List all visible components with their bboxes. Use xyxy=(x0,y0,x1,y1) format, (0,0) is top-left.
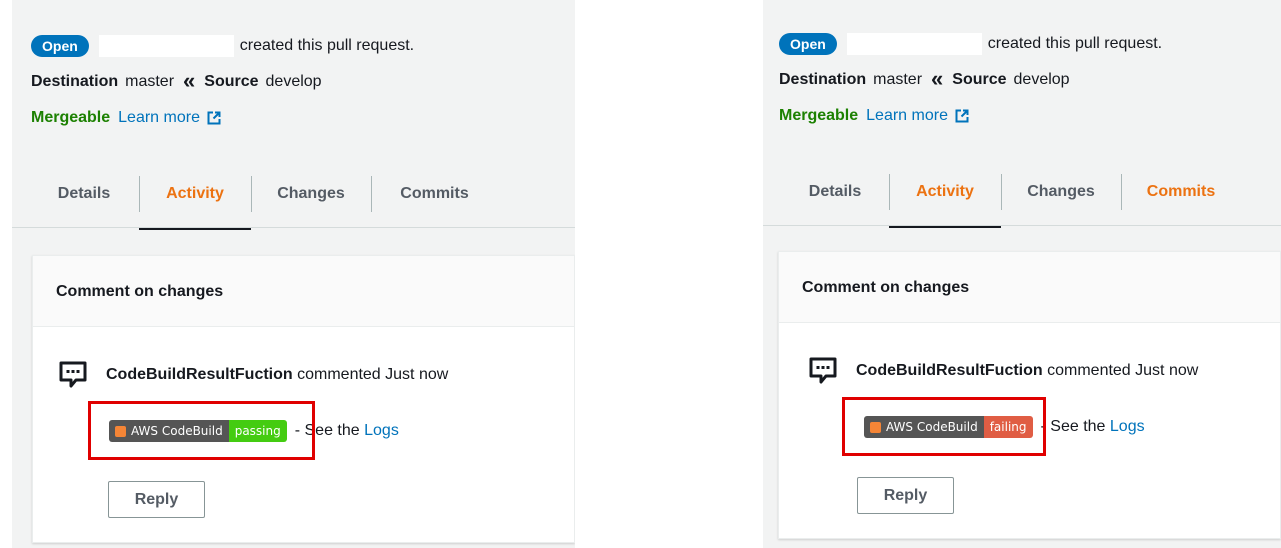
comment-icon xyxy=(59,361,87,388)
build-badge-row: AWS CodeBuild passing - See the Logs xyxy=(88,399,399,461)
comment-card: Comment on changes CodeBuildResultFuctio… xyxy=(32,255,575,543)
logs-link[interactable]: Logs xyxy=(1110,418,1145,435)
redacted-username xyxy=(846,33,982,55)
tab-bar: Details Activity Changes Commits xyxy=(763,158,1281,228)
card-title: Comment on changes xyxy=(33,256,574,327)
destination-branch: master xyxy=(873,71,923,88)
double-chevron-left-icon: « xyxy=(931,66,944,91)
status-badge: Open xyxy=(31,35,89,57)
highlight-box xyxy=(88,401,315,460)
see-text: - See the xyxy=(1040,418,1106,435)
learn-more-link[interactable]: Learn more xyxy=(866,107,948,125)
pr-header: Open created this pull request. Destinat… xyxy=(31,34,414,130)
comment-row: CodeBuildResultFuction commented Just no… xyxy=(58,360,448,390)
reply-button[interactable]: Reply xyxy=(108,481,205,518)
tab-activity[interactable]: Activity xyxy=(139,160,251,230)
tab-activity[interactable]: Activity xyxy=(889,158,1001,228)
highlight-box xyxy=(842,397,1046,456)
tab-commits[interactable]: Commits xyxy=(382,160,487,228)
card-title: Comment on changes xyxy=(779,252,1280,323)
tab-commits[interactable]: Commits xyxy=(1126,158,1236,226)
learn-more-link[interactable]: Learn more xyxy=(118,109,200,127)
comment-icon xyxy=(809,357,837,384)
pull-request-panel-failing: Open created this pull request. Destinat… xyxy=(763,0,1281,548)
comment-row: CodeBuildResultFuction commented Just no… xyxy=(808,356,1198,386)
tab-divider xyxy=(371,176,372,212)
reply-button[interactable]: Reply xyxy=(857,477,954,514)
pr-header: Open created this pull request. Destinat… xyxy=(779,32,1162,128)
external-link-icon[interactable] xyxy=(207,111,221,125)
commenter-name[interactable]: CodeBuildResultFuction xyxy=(856,362,1043,379)
source-branch: develop xyxy=(265,73,322,90)
created-text: created this pull request. xyxy=(239,37,415,54)
status-badge: Open xyxy=(779,33,837,55)
comment-meta: commented Just now xyxy=(1047,362,1199,379)
source-label: Source xyxy=(952,71,1007,88)
comment-card: Comment on changes CodeBuildResultFuctio… xyxy=(778,251,1281,539)
mergeable-status: Mergeable xyxy=(779,107,859,124)
mergeable-status: Mergeable xyxy=(31,109,111,126)
commenter-name[interactable]: CodeBuildResultFuction xyxy=(106,366,293,383)
redacted-username xyxy=(98,35,234,57)
build-badge-row: AWS CodeBuild failing - See the Logs xyxy=(842,395,1145,457)
source-label: Source xyxy=(204,73,259,90)
tab-bar: Details Activity Changes Commits xyxy=(12,160,575,230)
destination-branch: master xyxy=(125,73,175,90)
tab-details[interactable]: Details xyxy=(791,158,879,226)
tab-changes[interactable]: Changes xyxy=(251,160,371,228)
logs-link[interactable]: Logs xyxy=(364,422,399,439)
double-chevron-left-icon: « xyxy=(183,68,196,93)
destination-label: Destination xyxy=(779,71,867,88)
tab-changes[interactable]: Changes xyxy=(1001,158,1121,226)
source-branch: develop xyxy=(1013,71,1070,88)
created-text: created this pull request. xyxy=(987,35,1163,52)
tab-details[interactable]: Details xyxy=(40,160,128,228)
pull-request-panel-passing: Open created this pull request. Destinat… xyxy=(12,0,575,548)
tab-divider xyxy=(1121,174,1122,210)
destination-label: Destination xyxy=(31,73,119,90)
external-link-icon[interactable] xyxy=(955,109,969,123)
comment-meta: commented Just now xyxy=(297,366,449,383)
